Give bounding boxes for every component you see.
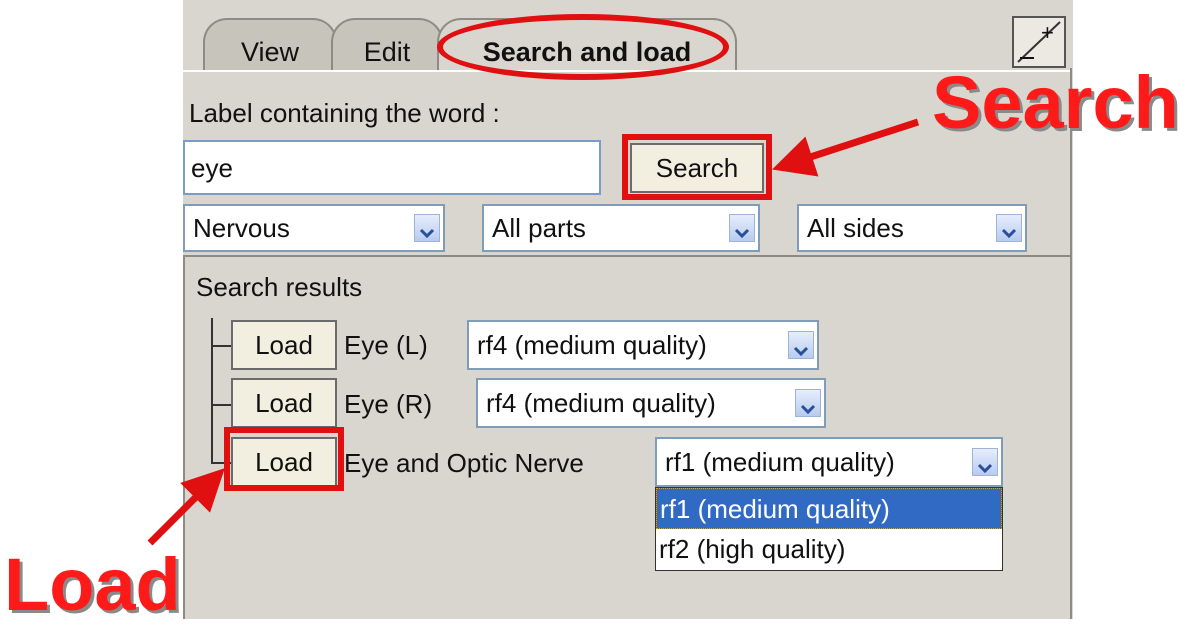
search-callout: Search: [932, 61, 1179, 144]
arrow-to-search: [772, 118, 920, 177]
arrow-to-load: [147, 468, 225, 546]
load-callout: Load: [4, 543, 181, 626]
